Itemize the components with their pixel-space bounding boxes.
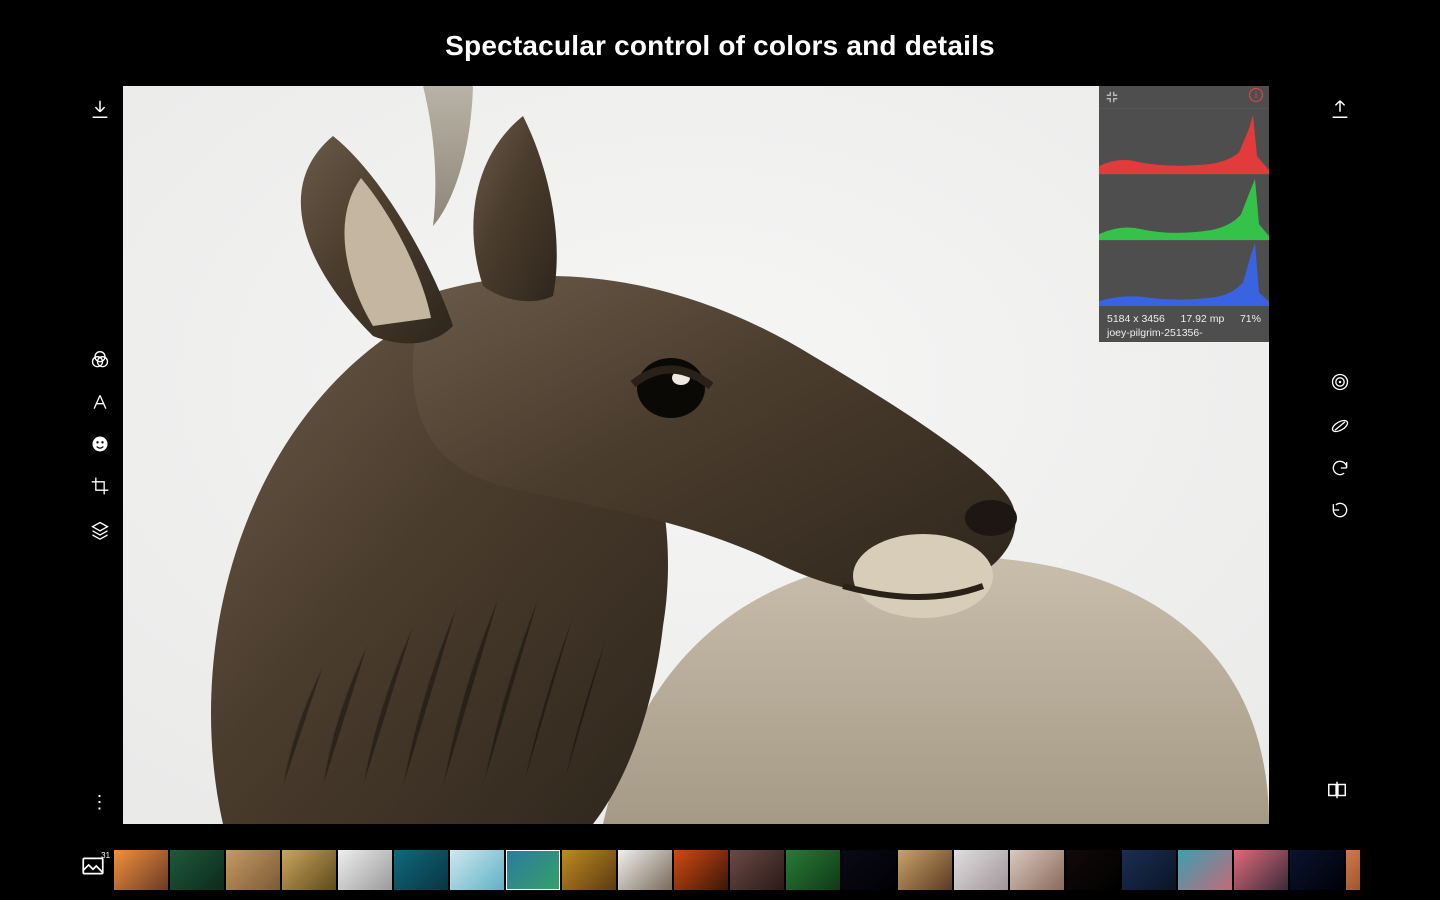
text-button[interactable] <box>85 392 115 417</box>
filmstrip-count: 31 <box>101 851 110 860</box>
heal-button[interactable] <box>1325 416 1355 441</box>
thumbnail[interactable] <box>954 850 1008 890</box>
zoom-level: 71% <box>1240 312 1261 326</box>
histogram-header: i <box>1099 86 1269 108</box>
histogram-green <box>1099 174 1269 240</box>
thumbnail[interactable] <box>114 850 168 890</box>
thumbnail[interactable] <box>338 850 392 890</box>
thumbnail[interactable] <box>1346 850 1360 890</box>
venn-icon <box>90 350 110 370</box>
thumbnail[interactable] <box>170 850 224 890</box>
histogram-red <box>1099 108 1269 174</box>
thumbnail[interactable] <box>226 850 280 890</box>
bandage-icon <box>1330 416 1350 436</box>
filmstrip: 31 <box>80 848 1360 892</box>
face-icon <box>90 434 110 454</box>
compare-button[interactable] <box>1326 779 1348 806</box>
thumbnail[interactable] <box>618 850 672 890</box>
text-icon <box>90 392 110 412</box>
image-canvas[interactable] <box>123 86 1269 824</box>
thumbnail[interactable] <box>506 850 560 890</box>
thumbnail[interactable] <box>1122 850 1176 890</box>
reset-button[interactable] <box>1325 500 1355 525</box>
histogram-blue <box>1099 240 1269 306</box>
thumbnail[interactable] <box>786 850 840 890</box>
layers-button[interactable] <box>85 520 115 545</box>
thumbnail[interactable] <box>674 850 728 890</box>
histogram-panel[interactable]: i 5184 x 3456 17.92 mp 71% joey-pilgrim-… <box>1099 86 1269 342</box>
thumbnail[interactable] <box>394 850 448 890</box>
more-icon: ⋮ <box>91 792 110 812</box>
filters-button[interactable] <box>85 350 115 375</box>
thumbnail[interactable] <box>1066 850 1120 890</box>
crop-icon <box>90 476 110 496</box>
thumbnail[interactable] <box>1234 850 1288 890</box>
marketing-tagline: Spectacular control of colors and detail… <box>0 30 1440 62</box>
info-icon[interactable]: i <box>1249 88 1263 102</box>
image-filename: joey-pilgrim-251356-unsplash.jpg <box>1107 326 1261 354</box>
layers-icon <box>90 520 110 540</box>
target-icon <box>1330 372 1350 392</box>
thumbnail[interactable] <box>730 850 784 890</box>
main-image <box>123 86 1269 824</box>
collapse-icon[interactable] <box>1105 90 1119 107</box>
crop-button[interactable] <box>85 476 115 501</box>
thumbnail[interactable] <box>450 850 504 890</box>
undo-icon <box>1330 458 1350 478</box>
more-button[interactable]: ⋮ <box>85 792 115 813</box>
filmstrip-count-button[interactable]: 31 <box>80 853 108 887</box>
image-dimensions: 5184 x 3456 <box>1107 312 1165 326</box>
radial-button[interactable] <box>1325 372 1355 397</box>
app-frame: Spectacular control of colors and detail… <box>0 0 1440 900</box>
histogram-meta: 5184 x 3456 17.92 mp 71% joey-pilgrim-25… <box>1099 306 1269 350</box>
compare-icon <box>1326 779 1348 801</box>
thumbnail[interactable] <box>1290 850 1344 890</box>
upload-icon <box>1329 98 1351 120</box>
thumbnail[interactable] <box>842 850 896 890</box>
thumbnail[interactable] <box>1010 850 1064 890</box>
import-button[interactable] <box>85 98 115 125</box>
thumbnail-row <box>114 850 1360 890</box>
thumbnail[interactable] <box>562 850 616 890</box>
thumbnail[interactable] <box>1178 850 1232 890</box>
thumbnail[interactable] <box>898 850 952 890</box>
face-button[interactable] <box>85 434 115 459</box>
image-megapixels: 17.92 mp <box>1181 312 1225 326</box>
download-icon <box>89 98 111 120</box>
export-button[interactable] <box>1325 98 1355 125</box>
undo-button[interactable] <box>1325 458 1355 483</box>
thumbnail[interactable] <box>282 850 336 890</box>
rotate-icon <box>1330 500 1350 520</box>
